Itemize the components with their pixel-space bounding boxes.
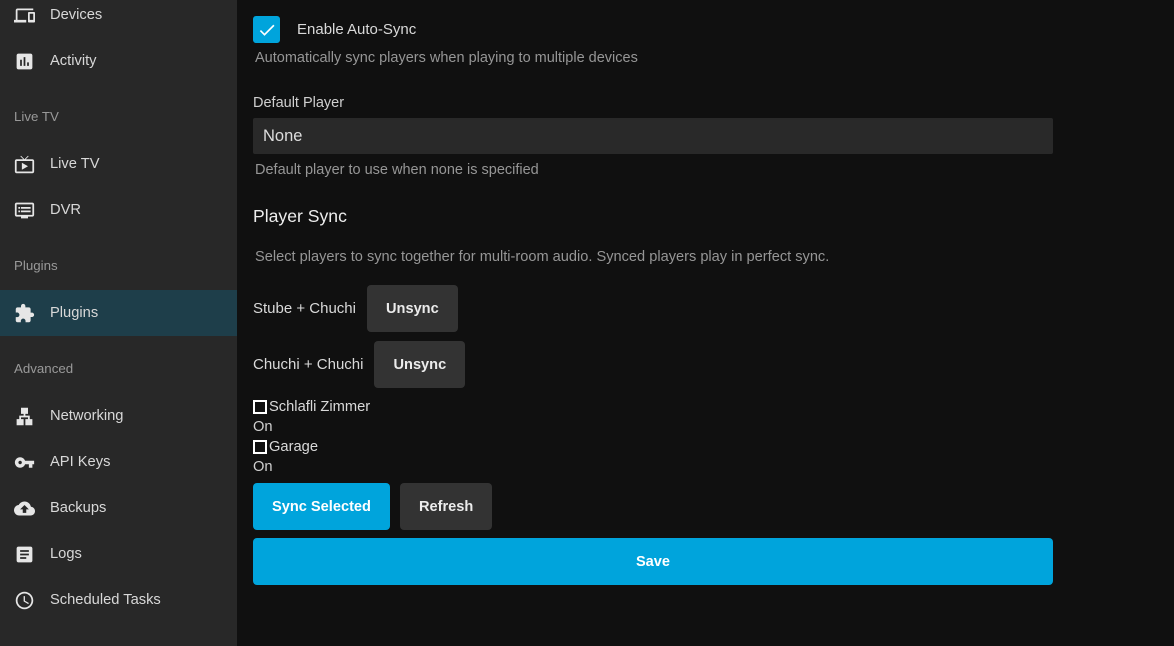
sidebar-item-label: Plugins <box>50 305 98 321</box>
sync-selected-button[interactable]: Sync Selected <box>253 483 390 530</box>
sidebar-item-label: DVR <box>50 202 81 218</box>
plugin-settings-panel: Enable Auto-Sync Automatically sync play… <box>237 0 1174 646</box>
player-item: Schlafli Zimmer On <box>253 397 1053 437</box>
default-player-select[interactable]: None <box>253 118 1053 154</box>
sync-group-name: Chuchi + Chuchi <box>253 356 363 373</box>
default-player-value: None <box>263 127 302 146</box>
player-list: Schlafli Zimmer On Garage On <box>253 397 1053 477</box>
player-name: Schlafli Zimmer <box>269 399 370 415</box>
player-checkbox[interactable] <box>253 400 267 414</box>
sidebar-item-label: Logs <box>50 546 82 562</box>
sidebar-item-label: API Keys <box>50 454 110 470</box>
player-checkbox-row[interactable]: Schlafli Zimmer <box>253 397 1053 417</box>
player-name: Garage <box>269 439 318 455</box>
sidebar-item-devices[interactable]: Devices <box>0 0 237 38</box>
player-status: On <box>253 417 1053 437</box>
networking-icon <box>14 406 35 427</box>
sidebar-section-advanced: Advanced <box>0 361 237 377</box>
player-checkbox[interactable] <box>253 440 267 454</box>
sidebar-item-api-keys[interactable]: API Keys <box>0 439 237 485</box>
sidebar-item-label: Networking <box>50 408 123 424</box>
sidebar-item-dvr[interactable]: DVR <box>0 187 237 233</box>
sync-group-row: Stube + Chuchi Unsync <box>253 285 1053 332</box>
default-player-field: Default Player None Default player to us… <box>253 95 1053 178</box>
devices-icon <box>14 5 35 26</box>
auto-sync-label: Enable Auto-Sync <box>297 21 416 38</box>
checkmark-icon <box>257 20 277 40</box>
sync-group-row: Chuchi + Chuchi Unsync <box>253 341 1053 388</box>
auto-sync-field: Enable Auto-Sync Automatically sync play… <box>253 16 1053 66</box>
app-window: Devices Activity Live TV Live TV DVR Plugins P… <box>0 0 1174 646</box>
default-player-label: Default Player <box>253 95 1053 111</box>
sidebar-item-label: Scheduled Tasks <box>50 592 161 608</box>
unsync-button[interactable]: Unsync <box>367 285 458 332</box>
sidebar-item-label: Devices <box>50 7 102 23</box>
sync-group-name: Stube + Chuchi <box>253 300 356 317</box>
sidebar-item-label: Backups <box>50 500 106 516</box>
unsync-button[interactable]: Unsync <box>374 341 465 388</box>
save-button[interactable]: Save <box>253 538 1053 585</box>
player-checkbox-row[interactable]: Garage <box>253 437 1053 457</box>
sidebar-nav: Devices Activity Live TV Live TV DVR Plugins P… <box>0 0 237 623</box>
sidebar-item-live-tv[interactable]: Live TV <box>0 141 237 187</box>
logs-icon <box>14 544 35 565</box>
sidebar-item-label: Activity <box>50 53 97 69</box>
player-sync-title: Player Sync <box>253 206 1053 227</box>
settings-form: Enable Auto-Sync Automatically sync play… <box>253 16 1053 585</box>
auto-sync-description: Automatically sync players when playing … <box>253 50 1053 66</box>
sidebar-item-plugins[interactable]: Plugins <box>0 290 237 336</box>
player-item: Garage On <box>253 437 1053 477</box>
plugins-icon <box>14 303 35 324</box>
sidebar: Devices Activity Live TV Live TV DVR Plugins P… <box>0 0 237 646</box>
dvr-icon <box>14 200 35 221</box>
sidebar-item-scheduled-tasks[interactable]: Scheduled Tasks <box>0 577 237 623</box>
player-sync-description: Select players to sync together for mult… <box>253 249 1053 265</box>
sidebar-item-logs[interactable]: Logs <box>0 531 237 577</box>
action-button-row: Sync Selected Refresh <box>253 483 1053 530</box>
scheduled-tasks-icon <box>14 590 35 611</box>
activity-icon <box>14 51 35 72</box>
sidebar-item-label: Live TV <box>50 156 100 172</box>
player-status: On <box>253 457 1053 477</box>
backups-icon <box>14 498 35 519</box>
sidebar-item-activity[interactable]: Activity <box>0 38 237 84</box>
default-player-description: Default player to use when none is speci… <box>253 162 1053 178</box>
sync-group-list: Stube + Chuchi Unsync Chuchi + Chuchi Unsyn… <box>253 285 1053 388</box>
auto-sync-checkbox[interactable] <box>253 16 280 43</box>
live-tv-icon <box>14 154 35 175</box>
auto-sync-checkbox-row[interactable]: Enable Auto-Sync <box>253 16 1053 43</box>
sidebar-section-plugins: Plugins <box>0 258 237 274</box>
sidebar-item-backups[interactable]: Backups <box>0 485 237 531</box>
refresh-button[interactable]: Refresh <box>400 483 492 530</box>
sidebar-section-live-tv: Live TV <box>0 109 237 125</box>
api-keys-icon <box>14 452 35 473</box>
sidebar-item-networking[interactable]: Networking <box>0 393 237 439</box>
